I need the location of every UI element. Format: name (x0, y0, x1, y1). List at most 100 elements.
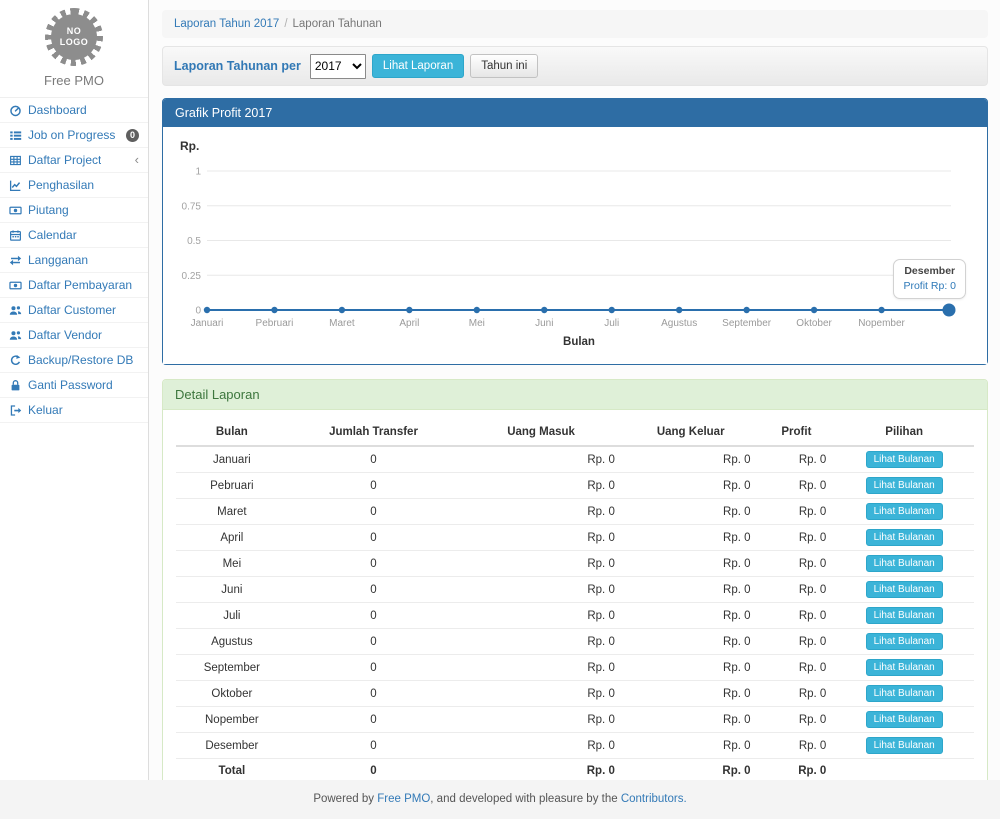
svg-text:Agustus: Agustus (661, 318, 697, 329)
sidebar: NO LOGO Free PMO DashboardJob on Progres… (0, 0, 149, 780)
list-icon (9, 129, 23, 142)
table-cell: 0 (288, 577, 460, 603)
column-header-pilihan: Pilihan (834, 419, 974, 446)
footer-contributors-link[interactable]: Contributors. (621, 793, 687, 805)
svg-text:Mei: Mei (469, 318, 485, 329)
table-cell: Rp. 0 (459, 499, 623, 525)
table-cell: September (176, 655, 288, 681)
lihat-bulanan-button[interactable]: Lihat Bulanan (866, 451, 943, 468)
svg-text:Nopember: Nopember (858, 318, 905, 329)
sidebar-nav: Dashboard Job on Progress 0 Daftar Project‹… (0, 97, 148, 423)
table-cell: Rp. 0 (759, 446, 835, 473)
lihat-bulanan-button[interactable]: Lihat Bulanan (866, 607, 943, 624)
sidebar-item-daftar-customer[interactable]: Daftar Customer (0, 298, 148, 323)
profit-chart-panel: Grafik Profit 2017 Rp. 00.250.50.751Janu… (162, 98, 988, 365)
breadcrumb-link[interactable]: Laporan Tahun 2017 (174, 18, 279, 30)
table-cell: Rp. 0 (759, 525, 835, 551)
table-row: Oktober0Rp. 0Rp. 0Rp. 0Lihat Bulanan (176, 681, 974, 707)
table-cell-action: Lihat Bulanan (834, 551, 974, 577)
app-brand: Free PMO (0, 73, 148, 97)
total-cell: Rp. 0 (759, 759, 835, 781)
table-cell-action: Lihat Bulanan (834, 525, 974, 551)
table-cell: Rp. 0 (623, 733, 759, 759)
table-row: Maret0Rp. 0Rp. 0Rp. 0Lihat Bulanan (176, 499, 974, 525)
table-cell-action: Lihat Bulanan (834, 473, 974, 499)
sidebar-item-label: Daftar Vendor (28, 328, 102, 342)
footer: Powered by Free PMO, and developed with … (0, 780, 1000, 819)
profit-line-chart: Rp. 00.250.50.751JanuariPebruariMaretApr… (163, 127, 987, 364)
table-cell: Juni (176, 577, 288, 603)
lihat-bulanan-button[interactable]: Lihat Bulanan (866, 633, 943, 650)
total-cell (834, 759, 974, 781)
lihat-bulanan-button[interactable]: Lihat Bulanan (866, 659, 943, 676)
sidebar-item-label: Penghasilan (28, 178, 94, 192)
column-header-uang-keluar: Uang Keluar (623, 419, 759, 446)
calendar-icon (9, 229, 23, 242)
chevron-left-icon: ‹ (135, 155, 139, 165)
svg-text:Juni: Juni (535, 318, 553, 329)
sidebar-item-label: Ganti Password (28, 378, 113, 392)
sidebar-item-keluar[interactable]: Keluar (0, 398, 148, 423)
sidebar-item-daftar-vendor[interactable]: Daftar Vendor (0, 323, 148, 348)
lihat-bulanan-button[interactable]: Lihat Bulanan (866, 581, 943, 598)
retweet-icon (9, 254, 23, 267)
table-row: Januari0Rp. 0Rp. 0Rp. 0Lihat Bulanan (176, 446, 974, 473)
sidebar-item-penghasilan[interactable]: Penghasilan (0, 173, 148, 198)
sidebar-item-label: Piutang (28, 203, 69, 217)
table-cell: Rp. 0 (623, 629, 759, 655)
table-cell: Rp. 0 (459, 551, 623, 577)
lihat-bulanan-button[interactable]: Lihat Bulanan (866, 503, 943, 520)
sidebar-item-daftar-project[interactable]: Daftar Project‹ (0, 148, 148, 173)
sidebar-item-langganan[interactable]: Langganan (0, 248, 148, 273)
sidebar-item-calendar[interactable]: Calendar (0, 223, 148, 248)
sidebar-item-piutang[interactable]: Piutang (0, 198, 148, 223)
table-cell: Rp. 0 (459, 707, 623, 733)
sidebar-item-job-on-progress[interactable]: Job on Progress 0 (0, 123, 148, 148)
table-cell: Rp. 0 (623, 551, 759, 577)
detail-report-panel: Detail Laporan BulanJumlah TransferUang … (162, 379, 988, 780)
svg-text:April: April (399, 318, 419, 329)
sidebar-item-ganti-password[interactable]: Ganti Password (0, 373, 148, 398)
sidebar-item-label: Job on Progress (28, 128, 115, 142)
sidebar-item-daftar-pembayaran[interactable]: Daftar Pembayaran (0, 273, 148, 298)
sign-out-icon (9, 404, 23, 417)
table-cell-action: Lihat Bulanan (834, 655, 974, 681)
year-select[interactable]: 2017 (310, 54, 366, 79)
svg-text:0: 0 (195, 306, 201, 317)
total-cell: Rp. 0 (623, 759, 759, 781)
breadcrumb-current: Laporan Tahunan (293, 18, 382, 30)
table-cell: Rp. 0 (459, 629, 623, 655)
table-cell-action: Lihat Bulanan (834, 499, 974, 525)
table-cell: Rp. 0 (459, 473, 623, 499)
lihat-bulanan-button[interactable]: Lihat Bulanan (866, 529, 943, 546)
table-row: Pebruari0Rp. 0Rp. 0Rp. 0Lihat Bulanan (176, 473, 974, 499)
dashboard-icon (9, 104, 23, 117)
lihat-bulanan-button[interactable]: Lihat Bulanan (866, 685, 943, 702)
tahun-ini-button[interactable]: Tahun ini (470, 54, 538, 78)
sidebar-item-dashboard[interactable]: Dashboard (0, 98, 148, 123)
table-cell: Rp. 0 (759, 603, 835, 629)
lihat-bulanan-button[interactable]: Lihat Bulanan (866, 737, 943, 754)
footer-brand-link[interactable]: Free PMO (377, 793, 430, 805)
svg-text:Maret: Maret (329, 318, 355, 329)
column-header-bulan: Bulan (176, 419, 288, 446)
lihat-bulanan-button[interactable]: Lihat Bulanan (866, 555, 943, 572)
count-badge: 0 (126, 129, 139, 142)
table-cell: Rp. 0 (623, 446, 759, 473)
table-icon (9, 154, 23, 167)
table-cell: Mei (176, 551, 288, 577)
table-cell: 0 (288, 446, 460, 473)
table-cell: 0 (288, 681, 460, 707)
table-cell: Rp. 0 (759, 655, 835, 681)
table-cell: Rp. 0 (623, 577, 759, 603)
sidebar-item-backup-restore-db[interactable]: Backup/Restore DB (0, 348, 148, 373)
lihat-bulanan-button[interactable]: Lihat Bulanan (866, 711, 943, 728)
table-cell: Rp. 0 (623, 681, 759, 707)
table-cell: Rp. 0 (459, 577, 623, 603)
filter-label: Laporan Tahunan per (174, 59, 301, 73)
table-row: April0Rp. 0Rp. 0Rp. 0Lihat Bulanan (176, 525, 974, 551)
breadcrumb-separator: / (284, 18, 287, 30)
lihat-bulanan-button[interactable]: Lihat Bulanan (866, 477, 943, 494)
table-cell: Rp. 0 (759, 707, 835, 733)
lihat-laporan-button[interactable]: Lihat Laporan (372, 54, 464, 78)
